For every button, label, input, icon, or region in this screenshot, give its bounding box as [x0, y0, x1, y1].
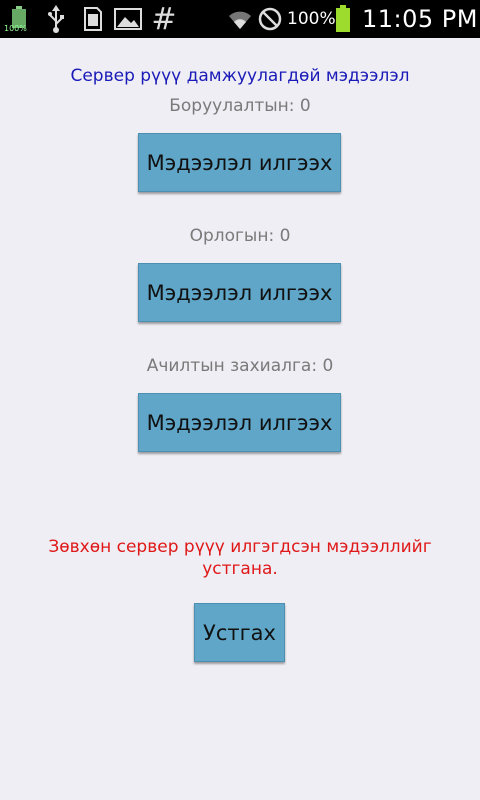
hash-icon: #: [151, 1, 177, 37]
wifi-icon: [226, 0, 254, 38]
battery-full-icon: [334, 0, 352, 38]
outflow-count-label: Боруулалтын: 0: [169, 96, 311, 116]
delete-warning-text: Зөвхөн сервер рүүү илгэгдсэн мэдээллийг …: [48, 537, 432, 579]
battery-percent: 100%: [287, 9, 336, 29]
image-icon: [112, 0, 144, 38]
page-title: Сервер рүүү дамжуулагдөй мэдээлэл: [70, 66, 410, 86]
send-shipment-order-button[interactable]: Мэдээлэл илгээх: [138, 393, 341, 452]
clock: 11:05 PM: [362, 5, 478, 33]
delete-button[interactable]: Устгах: [194, 603, 285, 662]
small-battery-percent: 100%: [4, 24, 27, 33]
no-signal-icon: [256, 0, 284, 38]
send-income-button[interactable]: Мэдээлэл илгээх: [138, 263, 341, 322]
send-outflow-button[interactable]: Мэдээлэл илгээх: [138, 133, 341, 192]
usb-icon: [42, 0, 70, 38]
status-bar: 100% # 100% 11:05 PM: [0, 0, 480, 38]
shipment-order-count-label: Ачилтын захиалга: 0: [146, 356, 334, 376]
income-count-label: Орлогын: 0: [189, 226, 291, 246]
sd-card-icon: [80, 0, 106, 38]
